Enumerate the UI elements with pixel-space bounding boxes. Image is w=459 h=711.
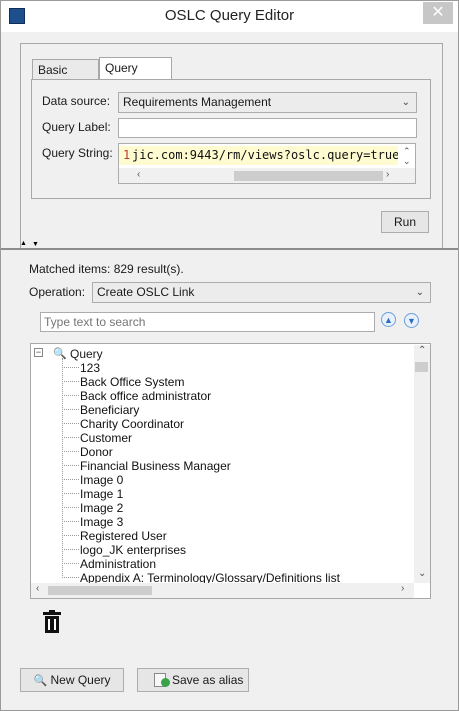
tree-item[interactable]: Financial Business Manager: [80, 459, 231, 473]
query-string-text: jic.com:9443/rm/views?oslc.query=true: [132, 148, 398, 162]
tree-item[interactable]: Image 2: [80, 501, 123, 515]
trash-icon[interactable]: [42, 610, 62, 634]
collapse-node-icon[interactable]: −: [34, 348, 43, 357]
oslc-query-editor-window: OSLC Query Editor ✕ Basic Query Query Ed…: [0, 0, 459, 711]
tree-connector: [62, 563, 79, 564]
line-number: 1: [123, 148, 131, 162]
tree-item[interactable]: logo_JK enterprises: [80, 543, 186, 557]
collapse-up-icon[interactable]: ▲: [20, 240, 27, 247]
query-string-label: Query String:: [42, 146, 113, 160]
matched-items-text: Matched items: 829 result(s).: [29, 262, 184, 276]
operation-value: Create OSLC Link: [97, 285, 195, 299]
scroll-down-icon[interactable]: ⌄: [418, 568, 426, 579]
scroll-up-icon[interactable]: ⌃: [418, 345, 426, 356]
tree-connector: [62, 507, 79, 508]
tree-connector: [62, 423, 79, 424]
tree-connector: [62, 409, 79, 410]
search-next-icon[interactable]: ▼: [404, 313, 419, 328]
tree-connector: [62, 395, 79, 396]
panel-splitter[interactable]: [1, 248, 458, 250]
tree-item[interactable]: Charity Coordinator: [80, 417, 184, 431]
tree-item[interactable]: 123: [80, 361, 100, 375]
tree-item[interactable]: Registered User: [80, 529, 167, 543]
tree-connector: [62, 479, 79, 480]
tree-connector: [62, 437, 79, 438]
tree-item[interactable]: Back office administrator: [80, 389, 211, 403]
chevron-down-icon: ⌄: [415, 287, 424, 298]
chevron-down-icon: ⌄: [401, 97, 410, 108]
results-tree: − 🔍 Query 123 Back Office System Back of…: [30, 343, 431, 599]
tree-connector: [62, 451, 79, 452]
scroll-down-icon[interactable]: ⌄: [403, 156, 411, 167]
tab-basic-query[interactable]: Basic Query: [32, 59, 99, 97]
tree-connector: [62, 549, 79, 550]
scroll-left-icon[interactable]: ‹: [36, 583, 39, 594]
save-as-alias-label: Save as alias: [172, 673, 244, 687]
tree-connector: [62, 381, 79, 382]
tree-connector: [62, 493, 79, 494]
scrollbar-thumb[interactable]: [234, 171, 383, 181]
scroll-left-icon[interactable]: ‹: [137, 169, 140, 180]
data-source-label: Data source:: [42, 94, 111, 108]
data-source-select[interactable]: Requirements Management ⌄: [118, 92, 417, 113]
scroll-right-icon[interactable]: ›: [401, 583, 404, 594]
tree-connector: [62, 465, 79, 466]
close-button[interactable]: ✕: [423, 2, 453, 24]
tree-item[interactable]: Administration: [80, 557, 156, 571]
query-string-hscrollbar[interactable]: ‹ ›: [119, 168, 415, 183]
search-previous-icon[interactable]: ▲: [381, 312, 396, 327]
tree-item[interactable]: Customer: [80, 431, 132, 445]
scrollbar-thumb[interactable]: [415, 362, 428, 372]
window-title: OSLC Query Editor: [164, 7, 295, 24]
tree-hscrollbar[interactable]: ‹ ›: [31, 583, 414, 598]
scroll-right-icon[interactable]: ›: [386, 169, 389, 180]
tab-query-editor[interactable]: Query Editor: [99, 57, 172, 95]
run-button[interactable]: Run: [381, 211, 429, 233]
tree-connector: [62, 367, 79, 368]
tree-item[interactable]: Donor: [80, 445, 113, 459]
tree-item[interactable]: Image 0: [80, 473, 123, 487]
title-bar: OSLC Query Editor ✕: [1, 1, 458, 32]
search-input[interactable]: [40, 312, 375, 332]
new-query-button[interactable]: 🔍 New Query: [20, 668, 124, 692]
tree-connector: [62, 535, 79, 536]
tree-root-query[interactable]: Query: [70, 347, 103, 361]
operation-select[interactable]: Create OSLC Link ⌄: [92, 282, 431, 303]
run-button-label: Run: [393, 215, 416, 229]
tree-connector: [62, 358, 63, 576]
save-as-alias-button[interactable]: Save as alias: [137, 668, 249, 692]
tree-vscrollbar[interactable]: ⌃ ⌄: [414, 345, 430, 583]
tree-item[interactable]: Image 3: [80, 515, 123, 529]
data-source-value: Requirements Management: [123, 95, 272, 109]
query-string-editor[interactable]: 1 jic.com:9443/rm/views?oslc.query=true …: [118, 143, 416, 184]
save-alias-badge: [161, 678, 170, 687]
operation-label: Operation:: [29, 285, 86, 299]
scrollbar-thumb[interactable]: [48, 586, 152, 595]
tree-connector: [62, 521, 79, 522]
tree-item[interactable]: Back Office System: [80, 375, 184, 389]
query-label-input[interactable]: [118, 118, 417, 138]
new-query-label: New Query: [50, 673, 111, 687]
tree-connector: [62, 577, 79, 578]
tree-item[interactable]: Image 1: [80, 487, 123, 501]
search-icon: 🔍: [33, 675, 48, 687]
tree-item[interactable]: Beneficiary: [80, 403, 139, 417]
query-label-label: Query Label:: [42, 120, 111, 134]
search-icon: 🔍: [53, 348, 67, 360]
expand-down-icon[interactable]: ▼: [32, 241, 39, 248]
